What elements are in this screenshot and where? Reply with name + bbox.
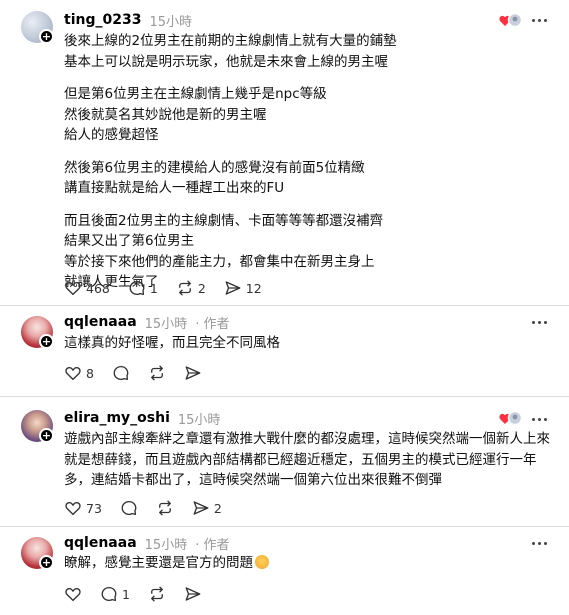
reply-button[interactable]: 1 <box>100 585 130 603</box>
text-line: 基本上可以說是明示玩家，他就是未來會上線的男主喔 <box>64 53 388 70</box>
divider <box>0 305 569 306</box>
like-count: 73 <box>86 500 102 516</box>
repost-button[interactable] <box>148 585 166 603</box>
text-line: 等於接下來他們的產能主力，都會集中在新男主身上 <box>64 253 375 270</box>
repost-button[interactable] <box>156 499 174 517</box>
text-line: 然後就莫名其妙說他是新的男主喔 <box>64 106 267 123</box>
heart-icon <box>65 587 81 602</box>
like-button[interactable]: 73 <box>64 499 102 517</box>
timestamp[interactable]: 15小時 <box>149 11 192 30</box>
username[interactable]: elira_my_oshi <box>64 410 170 426</box>
more-options-icon[interactable] <box>530 410 548 428</box>
text-line: 而且後面2位男主的主線劇情、卡面等等等都還沒補齊 <box>64 212 384 229</box>
like-button[interactable]: 468 <box>64 279 110 297</box>
more-options-icon[interactable] <box>530 534 548 552</box>
like-count: 8 <box>86 365 94 381</box>
post-header: ting_0233 15小時 <box>64 10 192 30</box>
post-body: 瞭解，感覺主要還是官方的問題 <box>64 553 545 574</box>
more-options-icon[interactable] <box>530 11 548 29</box>
share-icon <box>185 366 201 380</box>
username[interactable]: qqlenaaa <box>64 314 137 330</box>
repost-icon <box>151 365 163 381</box>
action-bar: 468 1 2 12 <box>64 278 280 298</box>
repost-button[interactable]: 2 <box>176 279 206 297</box>
username[interactable]: ting_0233 <box>64 12 141 28</box>
post-header: qqlenaaa 15小時 · 作者 <box>64 312 229 332</box>
follow-plus-icon[interactable]: + <box>39 29 54 44</box>
post-body: 後來上線的2位男主在前期的主線劇情上就有大量的鋪墊 基本上可以說是明示玩家，他就… <box>64 31 545 293</box>
comment-icon <box>121 500 137 516</box>
timestamp[interactable]: 15小時 <box>178 409 221 428</box>
pleading-face-emoji-icon <box>255 555 269 569</box>
share-icon <box>185 587 201 601</box>
repost-icon <box>151 586 163 602</box>
share-icon <box>225 281 241 295</box>
username[interactable]: qqlenaaa <box>64 535 137 551</box>
text-line: 遊戲內部主線牽絆之章還有激推大戰什麼的都沒處理，這時候突然端一個新人上來 <box>64 431 550 447</box>
text-line: 講直接點就是給人一種趕工出來的FU <box>64 180 285 196</box>
repost-button[interactable] <box>148 364 166 382</box>
reply-button[interactable] <box>120 499 138 517</box>
text-line: 多，連結婚卡都出了，這時候突然端一個第六位出來很難不倒彈 <box>64 472 442 488</box>
paragraph: 但是第6位男主在主線劇情上幾乎是npc等級 然後就莫名其妙說他是新的男主喔 給人… <box>64 84 545 146</box>
reply-count: 1 <box>122 586 130 602</box>
repost-icon <box>178 280 191 296</box>
share-button[interactable] <box>184 364 202 382</box>
share-button[interactable]: 12 <box>224 279 262 297</box>
post-header: qqlenaaa 15小時 · 作者 <box>64 533 229 553</box>
text-line: 然後第6位男主的建模給人的感覺沒有前面5位精緻 <box>64 159 365 176</box>
divider <box>0 526 569 527</box>
author-liked-heart-icon <box>499 410 523 426</box>
divider <box>0 396 569 397</box>
action-bar: 8 <box>64 363 220 383</box>
reply-button[interactable]: 1 <box>128 279 158 297</box>
share-button[interactable] <box>184 585 202 603</box>
follow-plus-icon[interactable]: + <box>39 334 54 349</box>
repost-icon <box>158 500 171 516</box>
action-bar: 1 <box>64 584 220 604</box>
follow-plus-icon[interactable]: + <box>39 428 54 443</box>
share-icon <box>193 501 209 515</box>
avatar[interactable]: + <box>21 316 54 349</box>
comment-icon <box>129 280 145 296</box>
like-button[interactable] <box>64 585 82 603</box>
action-bar: 73 2 <box>64 498 240 518</box>
heart-icon <box>65 501 81 516</box>
repost-count: 2 <box>197 280 206 296</box>
author-tag: · 作者 <box>195 537 230 553</box>
heart-icon <box>65 281 81 296</box>
avatar[interactable]: + <box>21 537 54 570</box>
avatar[interactable]: + <box>21 410 54 443</box>
post-body: 這樣真的好怪喔，而且完全不同風格 <box>64 333 545 354</box>
text-line: 結果又出了第6位男主 <box>64 233 195 249</box>
share-button[interactable]: 2 <box>192 499 222 517</box>
text-line: 給人的感覺超怪 <box>64 127 159 143</box>
avatar[interactable]: + <box>21 11 54 44</box>
timestamp[interactable]: 15小時 <box>145 534 188 553</box>
text-line: 但是第6位男主在主線劇情上幾乎是npc等級 <box>64 86 327 102</box>
author-liked-heart-icon <box>499 12 523 28</box>
text-line: 這樣真的好怪喔，而且完全不同風格 <box>64 335 280 351</box>
post-header: elira_my_oshi 15小時 <box>64 408 220 428</box>
comment-icon <box>113 365 129 381</box>
author-tag: · 作者 <box>195 316 230 332</box>
comment-icon <box>101 586 117 602</box>
follow-plus-icon[interactable]: + <box>39 555 54 570</box>
paragraph: 然後第6位男主的建模給人的感覺沒有前面5位精緻 講直接點就是給人一種趕工出來的F… <box>64 158 545 199</box>
share-count: 12 <box>245 280 262 296</box>
timestamp[interactable]: 15小時 <box>145 313 188 332</box>
more-options-icon[interactable] <box>530 313 548 331</box>
share-count: 2 <box>213 500 222 516</box>
reply-count: 1 <box>149 280 158 296</box>
like-button[interactable]: 8 <box>64 364 94 382</box>
like-count: 468 <box>86 280 110 296</box>
text-line: 就是想薛錢，而且遊戲內部結構都已經趨近穩定，五個男主的模式已經運行一年 <box>64 451 537 468</box>
text-line: 瞭解，感覺主要還是官方的問題 <box>64 555 253 571</box>
heart-icon <box>65 366 81 381</box>
text-line: 後來上線的2位男主在前期的主線劇情上就有大量的鋪墊 <box>64 33 397 49</box>
paragraph: 後來上線的2位男主在前期的主線劇情上就有大量的鋪墊 基本上可以說是明示玩家，他就… <box>64 31 545 72</box>
reply-button[interactable] <box>112 364 130 382</box>
post-body: 遊戲內部主線牽絆之章還有激推大戰什麼的都沒處理，這時候突然端一個新人上來 就是想… <box>64 429 550 491</box>
